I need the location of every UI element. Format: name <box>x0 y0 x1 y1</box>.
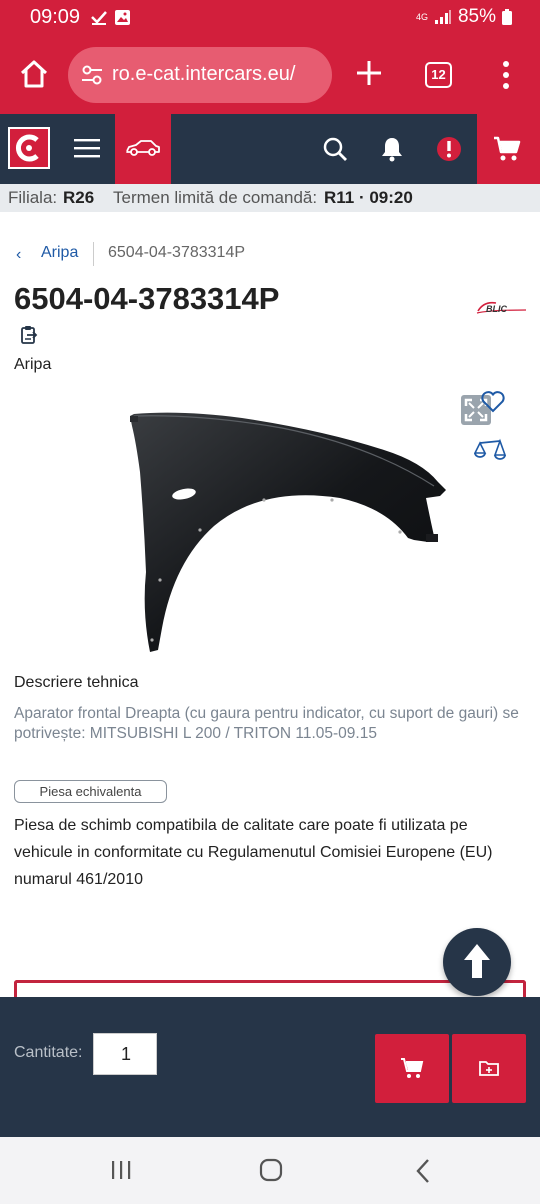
breadcrumb-divider <box>93 242 94 266</box>
clipboard-icon <box>21 326 38 344</box>
copy-code-button[interactable] <box>20 325 40 350</box>
fender-image <box>130 412 446 652</box>
intercars-logo[interactable] <box>8 127 50 169</box>
product-code-title: 6504-04-3783314P <box>14 281 280 316</box>
recents-icon <box>112 1161 131 1179</box>
battery-icon <box>502 9 512 25</box>
app-header <box>0 114 540 184</box>
product-image[interactable] <box>122 402 454 658</box>
browser-toolbar: ro.e-cat.intercars.eu/ 12 <box>0 36 540 114</box>
deadline-label: Termen limită de comandă: <box>113 188 318 207</box>
chevron-left-icon[interactable]: ‹ <box>16 246 21 264</box>
branch-value: R26 <box>63 188 95 207</box>
browser-menu-button[interactable] <box>494 58 518 92</box>
menu-button[interactable] <box>74 137 100 164</box>
tabs-count-button[interactable]: 12 <box>425 62 452 88</box>
equivalent-part-text: Piesa de schimb compatibila de calitate … <box>14 817 493 888</box>
system-nav-bar <box>0 1137 540 1204</box>
more-vert-icon <box>503 61 509 89</box>
browser-home-button[interactable] <box>16 56 52 92</box>
notifications-button[interactable] <box>380 136 404 167</box>
deadline-value: R11 · 09:20 <box>324 188 413 207</box>
system-home-button[interactable] <box>259 1158 283 1187</box>
branch-info-bar: Filiala: R26 Termen limită de comandă: R… <box>0 184 540 212</box>
home-circle-icon <box>259 1158 283 1182</box>
brand-logo: BLIC <box>474 297 528 317</box>
status-bar: 09:09 4G 85% <box>0 0 540 36</box>
battery-percent: 85% <box>457 6 496 27</box>
gallery-icon <box>114 9 131 31</box>
back-icon <box>416 1159 429 1183</box>
product-category: Aripa <box>14 356 52 373</box>
new-tab-button[interactable] <box>352 56 386 90</box>
search-icon <box>323 137 347 161</box>
page: 09:09 4G 85% ro.e-cat.intercars.eu/ 12 F… <box>0 0 540 1204</box>
cart-button[interactable] <box>477 114 540 184</box>
description-title: Descriere tehnica <box>14 674 139 691</box>
car-icon <box>126 140 160 156</box>
breadcrumb-parent-link[interactable]: Aripa <box>41 244 78 262</box>
folder-add-icon <box>479 1061 499 1076</box>
url-text: ro.e-cat.intercars.eu/ <box>112 63 296 85</box>
address-bar[interactable]: ro.e-cat.intercars.eu/ <box>68 47 332 103</box>
quantity-input[interactable]: 1 <box>93 1033 157 1075</box>
logo-icon <box>16 134 39 162</box>
cart-icon <box>494 136 521 161</box>
blic-logo-icon: BLIC <box>476 301 527 314</box>
hamburger-icon <box>74 139 100 158</box>
alerts-button[interactable] <box>436 136 462 167</box>
scroll-to-top-button[interactable] <box>443 928 511 996</box>
branch-label: Filiala: <box>8 188 58 207</box>
quantity-label: Cantitate: <box>14 1044 83 1061</box>
status-time: 09:09 <box>30 6 81 28</box>
favorite-button[interactable] <box>480 390 506 419</box>
breadcrumb-current: 6504-04-3783314P <box>108 244 246 261</box>
purchase-bar: Cantitate: 1 <box>0 997 540 1137</box>
site-settings-icon[interactable] <box>80 64 104 91</box>
scales-icon <box>473 438 507 460</box>
arrow-up-icon <box>464 944 490 978</box>
vehicle-selector-button[interactable] <box>115 114 171 184</box>
search-button[interactable] <box>322 136 348 167</box>
system-back-button[interactable] <box>414 1158 432 1189</box>
cart-icon <box>401 1058 424 1078</box>
check-icon <box>90 9 108 30</box>
heart-icon <box>481 391 505 413</box>
description-text: Aparator frontal Dreapta (cu gaura pentr… <box>14 705 519 742</box>
home-icon <box>20 60 48 88</box>
plus-icon <box>357 61 381 85</box>
signal-icon <box>434 10 451 24</box>
svg-text:BLIC: BLIC <box>486 304 507 314</box>
alert-icon <box>437 137 461 161</box>
bell-icon <box>382 138 402 162</box>
equivalent-part-badge: Piesa echivalenta <box>14 780 167 803</box>
status-right: 4G 85% <box>416 6 512 28</box>
add-to-cart-button[interactable] <box>375 1034 449 1103</box>
recent-apps-button[interactable] <box>110 1159 132 1186</box>
add-to-list-button[interactable] <box>452 1034 526 1103</box>
network-type: 4G <box>415 11 428 22</box>
compare-button[interactable] <box>473 438 507 469</box>
